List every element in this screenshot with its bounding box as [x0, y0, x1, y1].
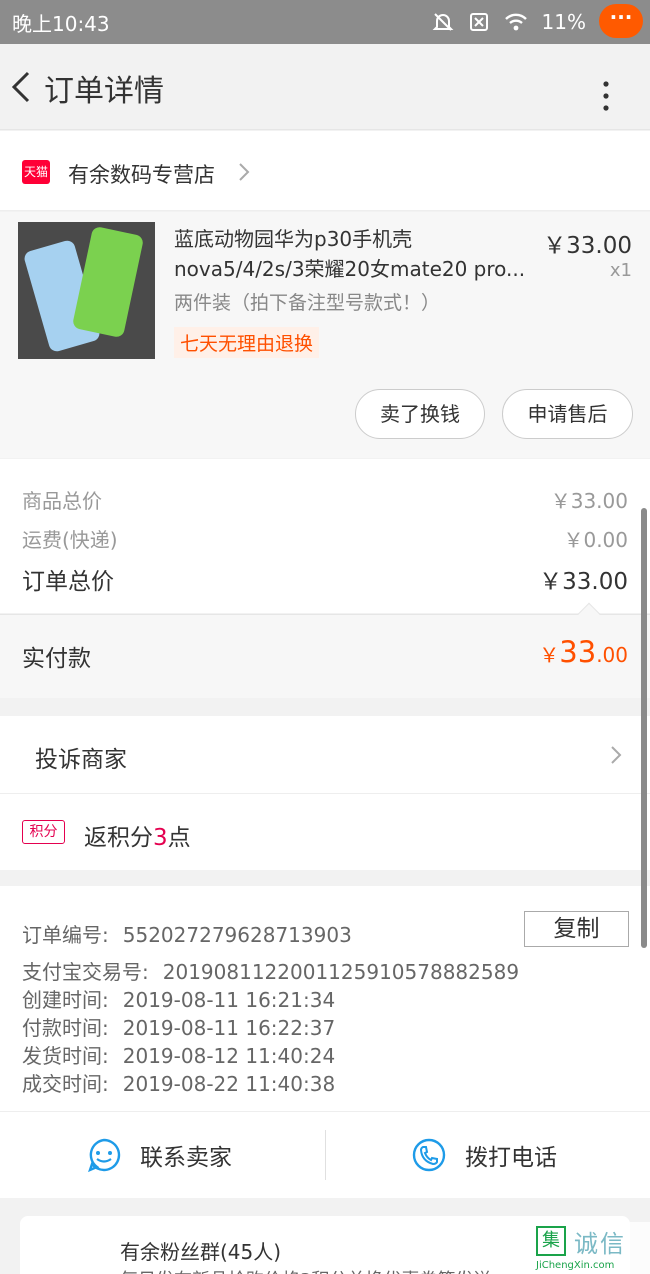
- call-phone-label[interactable]: 拨打电话: [465, 1138, 557, 1172]
- product-item[interactable]: 蓝底动物园华为p30手机壳 nova5/4/2s/3荣耀20女mate20 pr…: [0, 212, 650, 458]
- info-value: 2019-08-11 16:21:34: [122, 988, 336, 1012]
- contact-actions: 联系卖家 拨打电话: [0, 1112, 650, 1198]
- order-total-label: 订单总价: [22, 569, 114, 595]
- info-value: 2019-08-12 11:40:24: [122, 1044, 336, 1068]
- shipped-time-row: 发货时间: 2019-08-12 11:40:24: [22, 1040, 335, 1069]
- chevron-right-icon: [239, 163, 250, 181]
- product-sku: 两件装（拍下备注型号款式！）: [174, 292, 441, 314]
- order-info: 订单编号: 552027279628713903 支付宝交易号: 201908112…: [0, 886, 650, 1112]
- resell-button[interactable]: 卖了换钱: [355, 389, 485, 439]
- shipping-value: ￥0.00: [563, 528, 628, 552]
- order-total-row: 订单总价 ￥33.00: [22, 562, 628, 596]
- actual-paid-row: 实付款 ￥33.00: [0, 602, 650, 698]
- product-thumbnail[interactable]: [18, 222, 155, 359]
- paid-currency: ￥: [539, 643, 560, 667]
- phone-icon: [412, 1138, 446, 1172]
- points-badge-icon: 积分: [22, 820, 65, 844]
- actual-paid-amount: ￥33.00: [539, 635, 628, 669]
- complain-seller-row[interactable]: 投诉商家: [0, 716, 650, 794]
- info-label: 支付宝交易号:: [22, 960, 149, 984]
- goods-total-value: ￥33.00: [550, 489, 628, 513]
- contact-seller-button[interactable]: 联系卖家: [86, 1112, 232, 1198]
- product-title-line-1: 蓝底动物园华为p30手机壳: [174, 227, 413, 251]
- contact-seller-label[interactable]: 联系卖家: [140, 1138, 232, 1172]
- battery-percent: 11%: [541, 10, 586, 34]
- chat-bubble-icon: [88, 1138, 121, 1173]
- info-label: 成交时间:: [22, 1072, 109, 1096]
- alipay-trade-row: 支付宝交易号: 2019081122001125910578882589: [22, 956, 519, 985]
- watermark-mark: 集: [536, 1226, 566, 1256]
- paid-integer: 33: [559, 635, 597, 669]
- chevron-right-icon: [611, 746, 622, 764]
- back-arrow-icon[interactable]: [10, 70, 32, 104]
- shipping-label: 运费(快递): [22, 528, 118, 552]
- actual-paid-label: 实付款: [22, 646, 91, 672]
- info-label: 订单编号:: [22, 923, 109, 947]
- paid-decimal: .00: [596, 643, 628, 667]
- watermark-logo: 集 诚信 JiChengXin.com: [534, 1222, 650, 1274]
- goods-total-row: 商品总价 ￥33.00: [22, 485, 628, 514]
- info-label: 创建时间:: [22, 988, 109, 1012]
- shipping-row: 运费(快递) ￥0.00: [22, 524, 628, 553]
- return-policy-tag: 七天无理由退换: [174, 327, 320, 358]
- fan-group-subtitle: 每日发布新品抢购价格3积分兑换优惠券等发送: [120, 1266, 491, 1274]
- store-row[interactable]: 天猫 有余数码专营店: [0, 131, 650, 211]
- info-value: 2019-08-11 16:22:37: [122, 1016, 336, 1040]
- info-value: 2019081122001125910578882589: [162, 960, 520, 984]
- order-total-value: ￥33.00: [539, 569, 628, 595]
- created-time-row: 创建时间: 2019-08-11 16:21:34: [22, 984, 335, 1013]
- mute-bell-icon: [432, 13, 453, 31]
- complain-seller-label[interactable]: 投诉商家: [35, 740, 127, 774]
- phone-case-green: [71, 225, 145, 339]
- after-sale-button[interactable]: 申请售后: [502, 389, 633, 439]
- info-label: 付款时间:: [22, 1016, 109, 1040]
- tmall-logo-icon: 天猫: [22, 160, 50, 184]
- watermark-url: JiChengXin.com: [536, 1260, 615, 1271]
- price-summary: 商品总价 ￥33.00 运费(快递) ￥0.00 订单总价 ￥33.00: [0, 459, 650, 613]
- more-vertical-icon[interactable]: [596, 80, 616, 112]
- product-title[interactable]: 蓝底动物园华为p30手机壳 nova5/4/2s/3荣耀20女mate20 pr…: [174, 224, 529, 284]
- fan-group-title: 有余粉丝群(45人): [120, 1240, 282, 1264]
- call-phone-button[interactable]: 拨打电话: [411, 1112, 557, 1198]
- points-number: 3: [153, 825, 168, 851]
- points-text: 返积分3点: [84, 818, 191, 852]
- nav-bar: 订单详情: [0, 44, 650, 130]
- order-number-row: 订单编号: 552027279628713903: [22, 919, 352, 948]
- status-time: 晚上10:43: [12, 11, 110, 36]
- watermark-text: 诚信: [574, 1230, 626, 1258]
- copy-order-number-button[interactable]: 复制: [524, 911, 629, 947]
- product-price: ￥33.00: [543, 233, 632, 259]
- store-name[interactable]: 有余数码专营店: [68, 159, 215, 189]
- info-label: 发货时间:: [22, 1044, 109, 1068]
- points-prefix: 返积分: [84, 825, 153, 851]
- page-title: 订单详情: [44, 74, 164, 109]
- points-suffix: 点: [167, 825, 191, 851]
- completed-time-row: 成交时间: 2019-08-22 11:40:38: [22, 1068, 335, 1097]
- product-quantity: x1: [609, 260, 632, 281]
- action-divider: [325, 1130, 326, 1180]
- info-value: 2019-08-22 11:40:38: [122, 1072, 336, 1096]
- points-row: 积分 返积分3点: [0, 794, 650, 870]
- scrollbar[interactable]: [641, 508, 647, 948]
- sim-off-icon: [469, 13, 488, 31]
- goods-total-label: 商品总价: [22, 489, 102, 513]
- product-title-line-2: nova5/4/2s/3荣耀20女mate20 pro...: [174, 257, 526, 281]
- paid-time-row: 付款时间: 2019-08-11 16:22:37: [22, 1012, 335, 1041]
- status-bar: 晚上10:43 11%: [0, 0, 650, 44]
- wifi-icon: [504, 13, 527, 31]
- info-value: 552027279628713903: [122, 923, 352, 947]
- more-menu-badge[interactable]: ···: [599, 4, 643, 38]
